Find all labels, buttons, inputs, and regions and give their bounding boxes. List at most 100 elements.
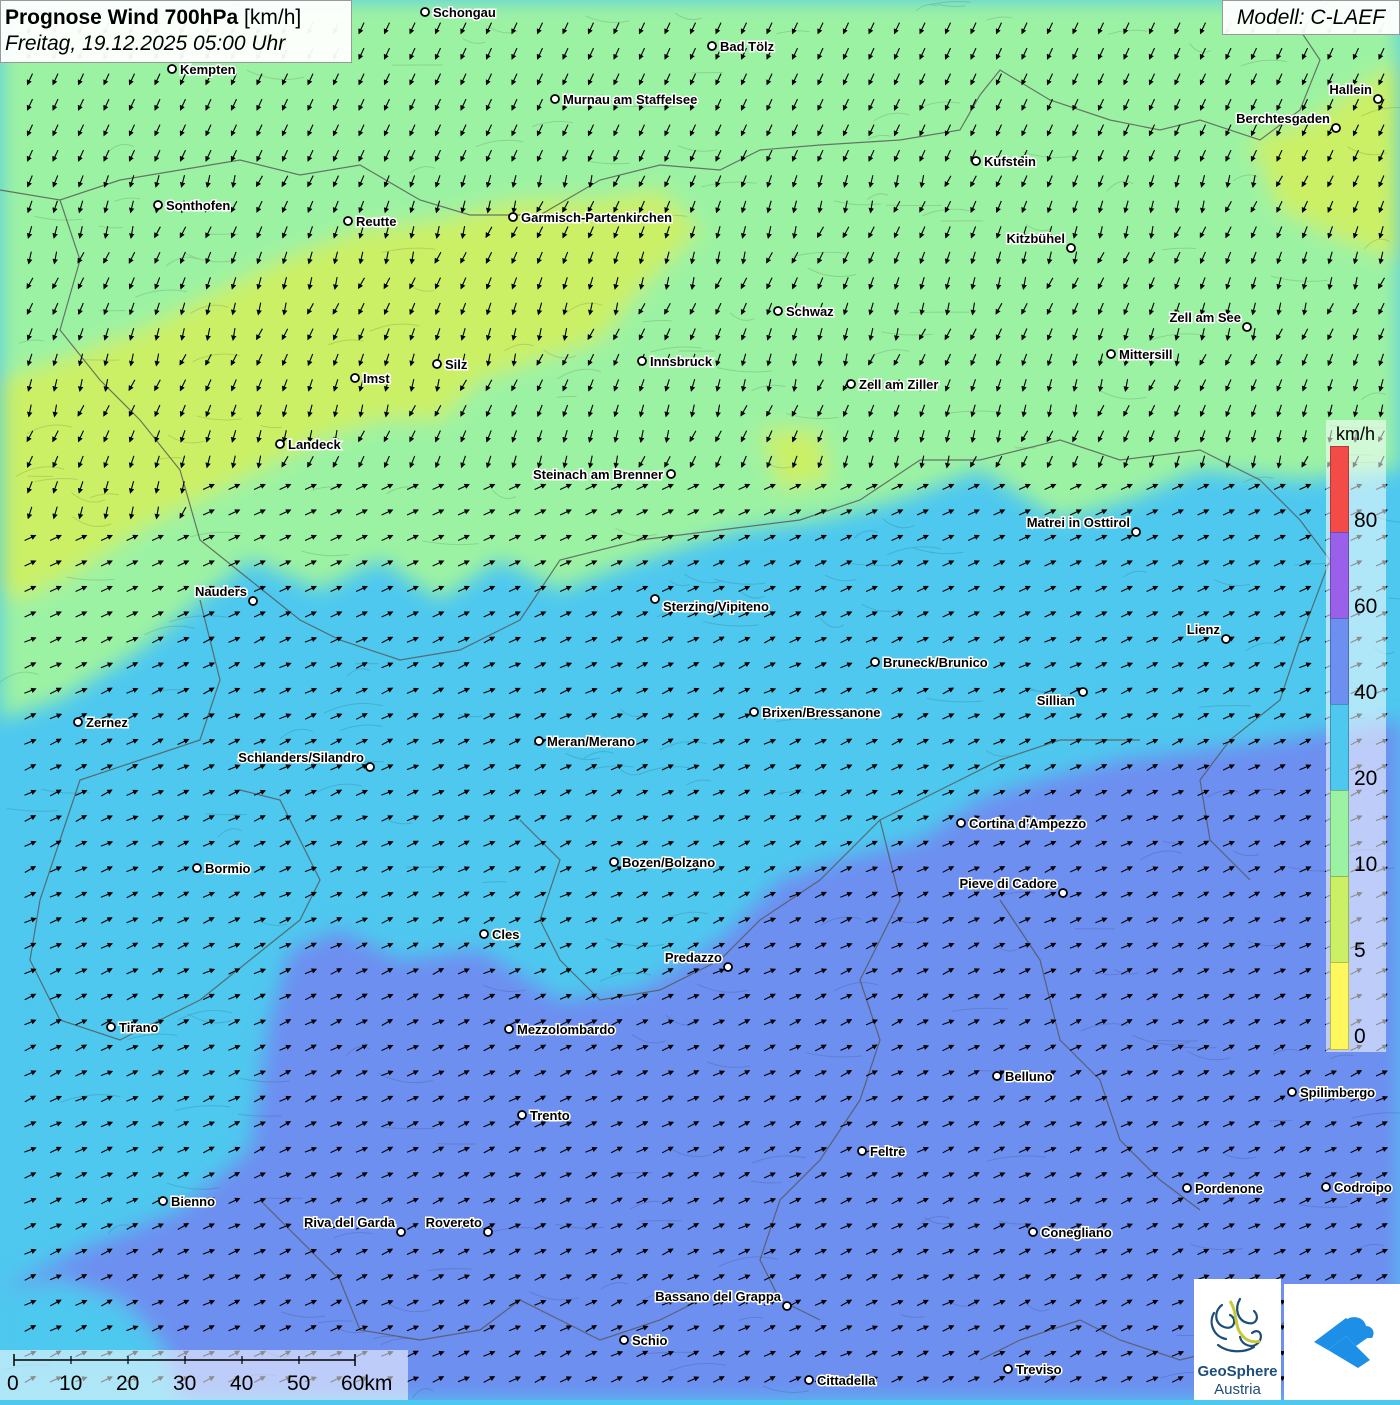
city-marker: Innsbruck (637, 353, 714, 371)
legend-unit: km/h (1336, 424, 1376, 444)
city-label: Codroipo (1334, 1180, 1392, 1195)
city-dot (153, 200, 163, 210)
city-label: Pordenone (1195, 1181, 1263, 1196)
city-dot (992, 1071, 1002, 1081)
legend-label: 10 (1354, 853, 1378, 876)
city-label: Predazzo (665, 950, 722, 965)
city-dot (167, 64, 177, 74)
city-label: Pieve di Cadore (959, 876, 1057, 891)
legend-label: 20 (1354, 767, 1378, 790)
city-dot (192, 863, 202, 873)
city-label: Landeck (288, 437, 342, 452)
city-label: Feltre (870, 1144, 905, 1159)
model-label: Modell: C-LAEF (1222, 0, 1400, 35)
city-dot (1242, 322, 1252, 332)
city-dot (1131, 527, 1141, 537)
legend-swatch-0-5 (1330, 962, 1349, 1050)
city-label: Kitzbühel (1007, 231, 1066, 246)
logo-text-line1: GeoSphere (1197, 1363, 1278, 1380)
city-label: Kufstein (984, 154, 1036, 169)
city-dot (870, 657, 880, 667)
city-label: Belluno (1005, 1069, 1053, 1084)
city-dot (508, 212, 518, 222)
scale-bar: 0 10 20 30 40 50 60km (0, 1350, 408, 1400)
city-dot (723, 962, 733, 972)
city-dot (971, 156, 981, 166)
city-marker: Spilimbergo (1287, 1084, 1377, 1102)
city-label: Sterzing/Vipiteno (663, 599, 769, 614)
city-label: Cortina d'Ampezzo (969, 816, 1086, 831)
city-dot (504, 1024, 514, 1034)
city-label: Trento (530, 1108, 570, 1123)
city-marker: Conegliano (1028, 1224, 1113, 1242)
city-dot (534, 736, 544, 746)
city-label: Zernez (86, 715, 128, 730)
city-dot (517, 1110, 527, 1120)
city-label: Bienno (171, 1194, 215, 1209)
legend-label: 5 (1354, 939, 1366, 962)
city-marker: Steinach am Brenner (531, 466, 676, 484)
geosphere-logo[interactable]: GeoSphere Austria (1194, 1279, 1281, 1400)
legend-swatch-5-10 (1330, 876, 1349, 963)
city-dot (707, 41, 717, 51)
city-label: Cles (492, 927, 519, 942)
city-marker: Murnau am Staffelsee (550, 91, 699, 109)
city-marker: Pordenone (1182, 1180, 1264, 1198)
forecast-datetime: Freitag, 19.12.2025 05:00 Uhr (5, 32, 286, 55)
city-label: Schongau (433, 5, 496, 20)
city-label: Bruneck/Brunico (883, 655, 988, 670)
city-dot (73, 717, 83, 727)
city-dot (396, 1227, 406, 1237)
city-label: Bozen/Bolzano (622, 855, 715, 870)
scale-ticks (13, 1354, 356, 1366)
legend-swatch-20-40 (1330, 704, 1349, 791)
city-label: Mezzolombardo (517, 1022, 615, 1037)
city-dot (1066, 243, 1076, 253)
city-dot (106, 1022, 116, 1032)
city-dot (609, 857, 619, 867)
legend-swatch-80-plus (1330, 446, 1349, 533)
city-marker: Bruneck/Brunico (870, 654, 989, 672)
city-label: Zell am See (1169, 310, 1241, 325)
city-label: Schwaz (786, 304, 834, 319)
city-dot (432, 359, 442, 369)
city-label: Zell am Ziller (859, 377, 938, 392)
city-label: Sonthofen (166, 198, 230, 213)
city-label: Mittersill (1119, 347, 1172, 362)
scale-label: 40 (230, 1372, 254, 1395)
city-dot (343, 216, 353, 226)
city-dot (1373, 94, 1383, 104)
city-label: Bad Tölz (720, 39, 775, 54)
weather-app-logo[interactable] (1284, 1284, 1400, 1400)
title-unit: [km/h] (244, 6, 302, 29)
city-dot (479, 929, 489, 939)
scale-label: 60km (341, 1372, 393, 1395)
city-marker: Bozen/Bolzano (609, 854, 717, 872)
city-label: Reutte (356, 214, 396, 229)
city-label: Berchtesgaden (1236, 111, 1330, 126)
scale-label: 30 (173, 1372, 197, 1395)
city-marker: Garmisch-Partenkirchen (508, 209, 674, 227)
city-dot (350, 373, 360, 383)
city-marker: Cortina d'Ampezzo (956, 815, 1088, 833)
city-dot (666, 469, 676, 479)
city-marker: Sonthofen (153, 197, 232, 215)
city-label: Innsbruck (650, 354, 713, 369)
city-dot (773, 306, 783, 316)
legend-label: 80 (1354, 509, 1378, 532)
city-dot (637, 356, 647, 366)
city-label: Cittadella (817, 1373, 876, 1388)
city-label: Murnau am Staffelsee (563, 92, 697, 107)
city-label: Silz (445, 357, 468, 372)
scale-label: 50 (287, 1372, 311, 1395)
city-label: Nauders (195, 584, 247, 599)
geosphere-swirl-icon (1210, 1297, 1262, 1353)
city-dot (248, 596, 258, 606)
scale-label: 10 (59, 1372, 83, 1395)
city-dot (365, 762, 375, 772)
city-label: Treviso (1016, 1362, 1062, 1377)
title-box: Prognose Wind 700hPa [km/h] Freitag, 19.… (0, 0, 352, 63)
city-label: Sillian (1037, 693, 1075, 708)
city-dot (804, 1375, 814, 1385)
city-label: Matrei in Osttirol (1027, 515, 1130, 530)
